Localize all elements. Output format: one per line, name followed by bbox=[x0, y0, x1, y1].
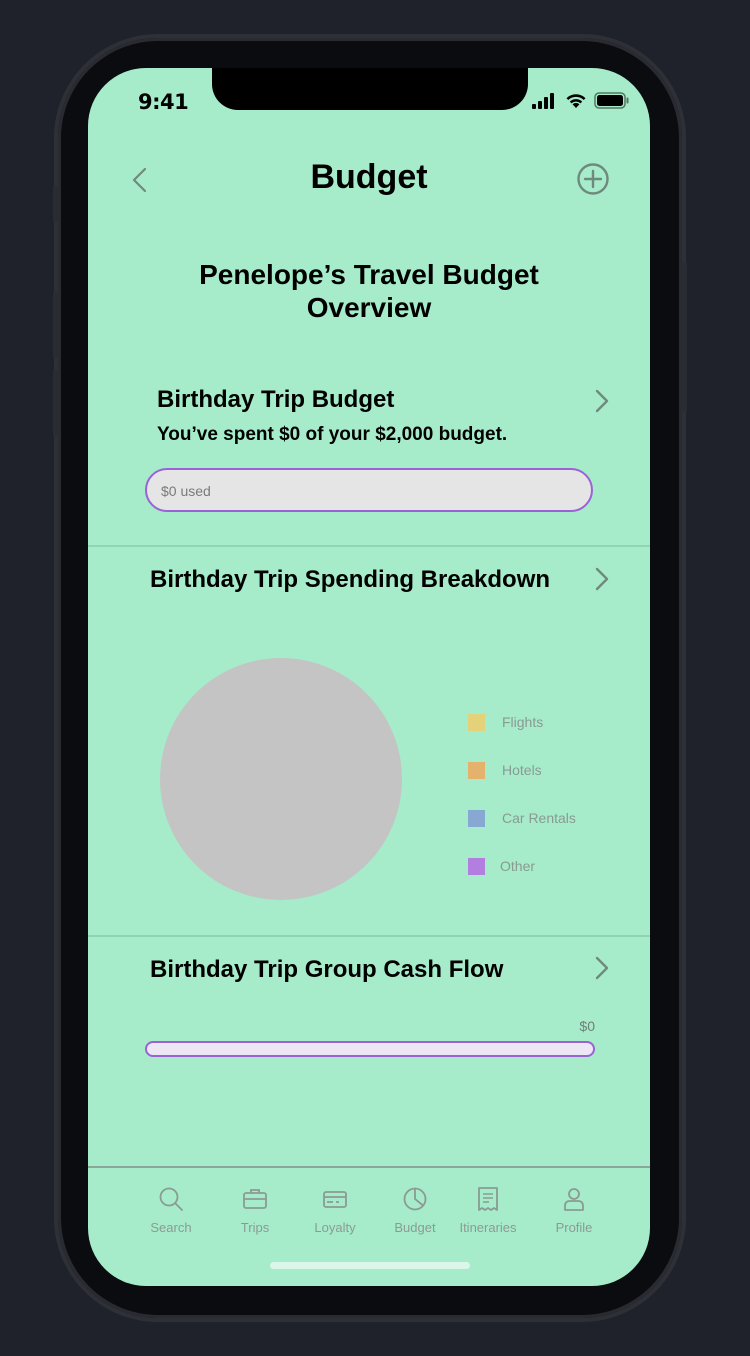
legend-label: Hotels bbox=[502, 762, 542, 778]
wifi-icon bbox=[566, 94, 586, 108]
tab-trips[interactable]: Trips bbox=[212, 1186, 298, 1235]
cashflow-section-chevron-icon[interactable] bbox=[594, 955, 610, 981]
tab-search[interactable]: Search bbox=[128, 1186, 214, 1235]
page-title: Budget bbox=[310, 158, 428, 196]
budget-progress-bar: $0 used bbox=[145, 468, 593, 512]
section-divider bbox=[88, 935, 650, 937]
device-volume-up bbox=[53, 292, 58, 358]
status-time: 9:41 bbox=[138, 90, 189, 114]
tabbar-divider bbox=[88, 1166, 650, 1168]
budget-spent-text: You’ve spent $0 of your $2,000 budget. bbox=[157, 424, 508, 445]
device-side-button bbox=[53, 186, 58, 222]
tab-label: Itineraries bbox=[459, 1220, 517, 1235]
cashflow-bar bbox=[145, 1041, 595, 1057]
signal-icon bbox=[532, 92, 554, 109]
legend-item-car-rentals: Car Rentals bbox=[468, 809, 576, 827]
device-power-button bbox=[682, 262, 687, 412]
pie-chart-icon bbox=[403, 1187, 427, 1211]
legend-item-flights: Flights bbox=[468, 713, 543, 731]
cashflow-amount: $0 bbox=[579, 1018, 595, 1034]
person-icon bbox=[564, 1188, 584, 1211]
tab-itineraries[interactable]: Itineraries bbox=[445, 1186, 531, 1235]
legend-label: Other bbox=[500, 858, 536, 874]
tab-label: Search bbox=[150, 1220, 192, 1235]
legend-item-hotels: Hotels bbox=[468, 761, 542, 779]
legend-swatch bbox=[468, 857, 485, 875]
add-button[interactable] bbox=[576, 162, 610, 196]
notch bbox=[212, 68, 528, 110]
search-icon bbox=[159, 1187, 183, 1211]
budget-used-label: $0 used bbox=[161, 483, 211, 499]
tab-profile[interactable]: Profile bbox=[531, 1186, 617, 1235]
legend-swatch bbox=[468, 761, 485, 779]
receipt-icon bbox=[478, 1187, 498, 1211]
home-indicator[interactable] bbox=[270, 1262, 470, 1269]
legend-label: Car Rentals bbox=[502, 810, 576, 826]
tab-label: Profile bbox=[555, 1220, 593, 1235]
legend-item-other: Other bbox=[468, 857, 535, 875]
breakdown-section-chevron-icon[interactable] bbox=[594, 566, 610, 592]
legend-swatch bbox=[468, 713, 485, 731]
briefcase-icon bbox=[243, 1189, 267, 1209]
device-volume-down bbox=[53, 370, 58, 436]
tab-label: Loyalty bbox=[314, 1220, 356, 1235]
battery-icon bbox=[594, 92, 629, 109]
budget-section-title[interactable]: Birthday Trip Budget bbox=[157, 386, 394, 414]
spending-pie-chart bbox=[160, 658, 402, 900]
status-icons bbox=[532, 92, 630, 109]
overview-title: Penelope’s Travel Budget Overview bbox=[199, 259, 539, 323]
budget-section-chevron-icon[interactable] bbox=[594, 388, 610, 414]
legend-swatch bbox=[468, 809, 485, 827]
cashflow-section-title[interactable]: Birthday Trip Group Cash Flow bbox=[150, 956, 503, 984]
legend-label: Flights bbox=[502, 714, 544, 730]
tab-label: Trips bbox=[240, 1220, 270, 1235]
tab-loyalty[interactable]: Loyalty bbox=[292, 1186, 378, 1235]
section-divider bbox=[88, 545, 650, 547]
phone-screen: 9:41 Budget Penelope’s Travel Budget Ove… bbox=[88, 68, 650, 1286]
card-icon bbox=[323, 1191, 347, 1208]
breakdown-section-title[interactable]: Birthday Trip Spending Breakdown bbox=[150, 566, 550, 594]
